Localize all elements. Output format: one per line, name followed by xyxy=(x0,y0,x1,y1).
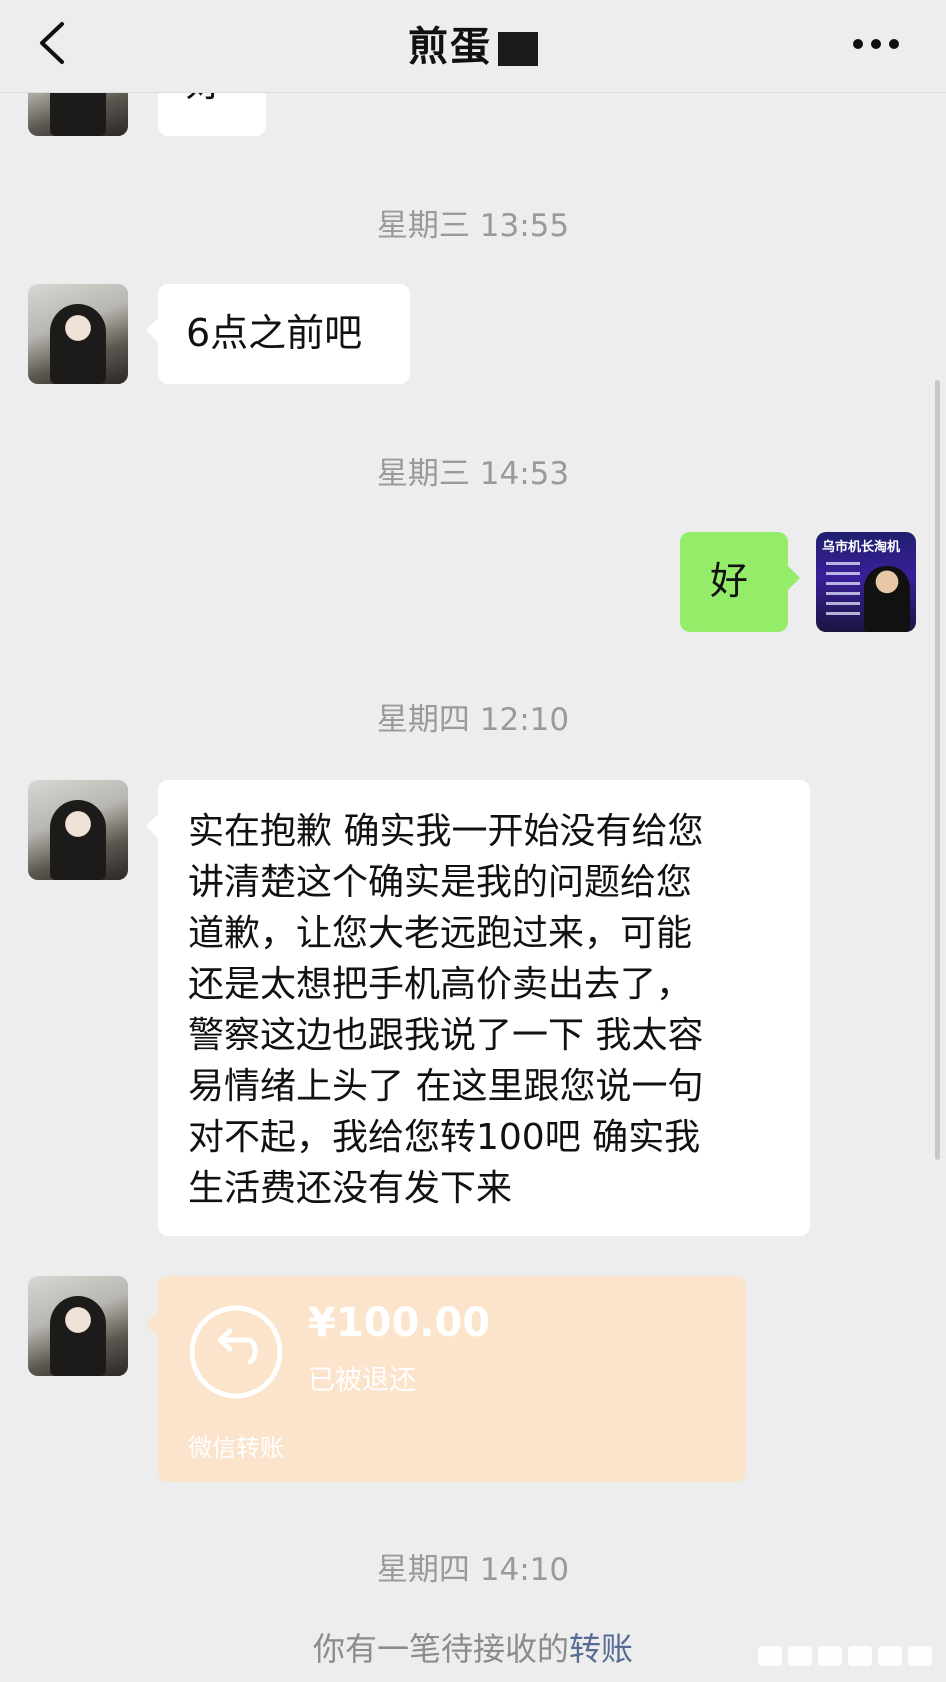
chat-screen: 煎蛋 好 星期三 13:55 6点之前吧 星期三 14:53 乌市机长淘机 好 … xyxy=(0,0,946,1682)
transfer-link[interactable]: 转账 xyxy=(569,1630,633,1668)
transfer-brand: 微信转账 xyxy=(188,1434,284,1462)
watermark xyxy=(758,1646,932,1666)
more-horizontal-icon xyxy=(853,39,899,49)
notice-text: 你有一笔待接收的 xyxy=(312,1630,569,1668)
message-bubble-long[interactable]: 实在抱歉 确实我一开始没有给您 讲清楚这个确实是我的问题给您 道歉，让您大老远跑… xyxy=(146,780,810,1236)
message-line: 讲清楚这个确实是我的问题给您 xyxy=(188,862,693,903)
message-line: 还是太想把手机高价卖出去了， xyxy=(188,964,693,1005)
message-line: 警察这边也跟我说了一下 我太容 xyxy=(188,1015,704,1056)
message-line: 实在抱歉 确实我一开始没有给您 xyxy=(188,811,704,852)
transfer-card[interactable]: ¥100.00 已被退还 微信转账 xyxy=(146,1276,746,1482)
peer-avatar[interactable] xyxy=(28,780,128,880)
message-line: 道歉，让您大老远跑过来，可能 xyxy=(188,913,693,954)
message-bubble[interactable]: 6点之前吧 xyxy=(146,284,410,384)
avatar-logo-text: 乌市机长淘机 xyxy=(822,540,901,555)
message-bubble-self[interactable]: 好 xyxy=(680,532,800,632)
message-line: 生活费还没有发下来 xyxy=(188,1168,513,1209)
transfer-amount: ¥100.00 xyxy=(308,1300,491,1346)
message-line: 对不起，我给您转100吧 确实我 xyxy=(188,1117,701,1158)
refund-icon xyxy=(189,1305,283,1399)
chat-title: 煎蛋 xyxy=(0,14,946,72)
chat-title-text: 煎蛋 xyxy=(408,24,492,70)
message-line: 易情绪上头了 在这里跟您说一句 xyxy=(188,1066,704,1107)
avatar-list-graphic xyxy=(826,562,860,618)
timestamp: 星期四 12:10 xyxy=(376,702,570,738)
message-text: 好 xyxy=(710,559,749,603)
transfer-status: 已被退还 xyxy=(308,1365,416,1396)
self-avatar[interactable]: 乌市机长淘机 xyxy=(816,532,916,632)
timestamp: 星期三 13:55 xyxy=(376,208,570,244)
timestamp: 星期四 14:10 xyxy=(376,1552,570,1588)
more-button[interactable] xyxy=(846,22,906,66)
scrollbar[interactable] xyxy=(935,380,940,1160)
peer-avatar[interactable] xyxy=(28,1276,128,1376)
timestamp: 星期三 14:53 xyxy=(376,456,570,492)
message-text: 6点之前吧 xyxy=(186,311,363,355)
avatar-person-graphic xyxy=(864,566,910,632)
peer-avatar[interactable] xyxy=(28,284,128,384)
redaction-block xyxy=(498,32,538,66)
top-nav-bar: 煎蛋 xyxy=(0,0,946,93)
